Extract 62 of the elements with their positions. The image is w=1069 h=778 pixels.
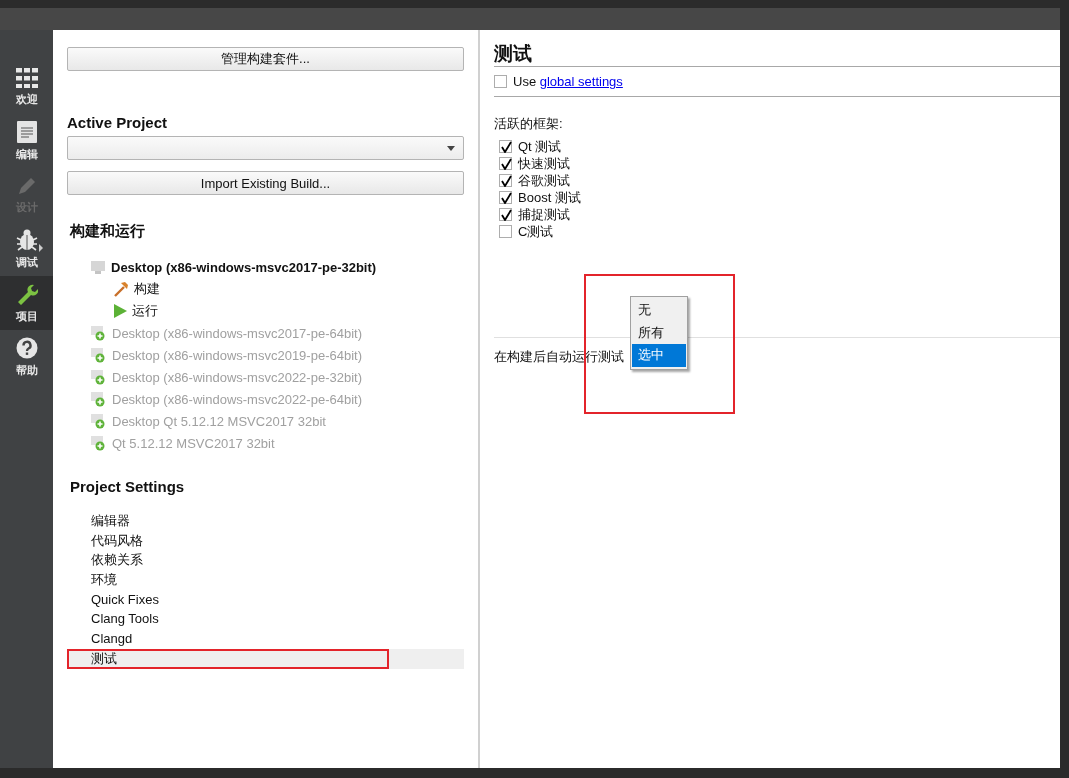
bug-icon	[15, 228, 38, 251]
use-global-text: Use global settings	[513, 74, 623, 89]
framework-checkbox[interactable]	[499, 174, 512, 187]
section-heading: Project Settings	[69, 478, 186, 495]
framework-label: Qt 测试	[518, 137, 562, 156]
monitor-plus-icon	[91, 391, 106, 407]
page-title: 测试	[494, 42, 533, 66]
monitor-plus-icon	[91, 347, 106, 363]
help-icon	[15, 336, 38, 359]
menu-item[interactable]: 选中	[632, 344, 686, 367]
check-icon	[501, 175, 512, 187]
monitor-plus-icon	[91, 325, 106, 341]
settings-item[interactable]: 环境	[67, 570, 464, 590]
monitor-plus-icon	[91, 435, 106, 451]
settings-item[interactable]: 代码风格	[67, 530, 464, 551]
pencil-icon	[16, 175, 37, 196]
settings-item[interactable]: 依赖关系	[67, 550, 464, 571]
build-step-label[interactable]: 运行	[132, 302, 158, 320]
framework-checkbox[interactable]	[499, 140, 512, 153]
mode-button[interactable]: 帮助	[0, 330, 53, 384]
check-icon	[501, 209, 512, 221]
settings-item[interactable]: Clangd	[67, 629, 464, 649]
framework-checkbox[interactable]	[499, 157, 512, 170]
manage-kits-button[interactable]: 管理构建套件...	[67, 47, 464, 71]
framework-checkbox[interactable]	[499, 208, 512, 221]
settings-item[interactable]: 测试	[67, 648, 464, 669]
check-icon	[501, 141, 512, 153]
framework-label: 谷歌测试	[518, 171, 570, 190]
settings-item[interactable]: 编辑器	[67, 511, 464, 531]
grid-icon	[15, 67, 38, 88]
mode-button[interactable]: 编辑	[0, 114, 53, 168]
framework-label: 快速测试	[518, 154, 570, 173]
mode-button[interactable]: 项目	[0, 276, 53, 330]
global-settings-checkbox[interactable]	[494, 75, 507, 88]
framework-label: C测试	[518, 222, 554, 241]
monitor-icon	[91, 260, 105, 274]
monitor-plus-icon	[91, 413, 106, 429]
document-icon	[16, 120, 37, 143]
play-icon	[113, 304, 127, 318]
section-heading: Active Project	[67, 114, 169, 131]
menu-item[interactable]: 无	[632, 299, 686, 322]
settings-item[interactable]: Clang Tools	[67, 609, 464, 630]
settings-item[interactable]: Quick Fixes	[67, 589, 464, 610]
framework-label: Boost 测试	[518, 188, 581, 207]
check-icon	[501, 192, 512, 204]
menu-item[interactable]: 所有	[632, 321, 686, 344]
import-build-button[interactable]: Import Existing Build...	[67, 171, 464, 195]
build-step-label[interactable]: 构建	[134, 280, 160, 298]
frameworks-label: 活跃的框架:	[494, 115, 564, 133]
hammer-icon	[113, 281, 129, 297]
framework-label: 捕捉测试	[518, 205, 570, 224]
framework-checkbox[interactable]	[499, 191, 512, 204]
monitor-plus-icon	[91, 369, 106, 385]
dropdown-arrow-icon	[447, 146, 455, 151]
kit-label[interactable]: Desktop (x86-windows-msvc2017-pe-32bit)	[111, 259, 377, 275]
run-after-build-label: 在构建后自动运行测试	[494, 348, 624, 366]
mode-button[interactable]: 调试	[0, 222, 53, 276]
mode-button[interactable]: 欢迎	[0, 60, 53, 114]
global-settings-link[interactable]: global settings	[539, 74, 623, 89]
check-icon	[501, 158, 512, 170]
section-heading: 构建和运行	[68, 222, 146, 241]
framework-checkbox[interactable]	[499, 225, 512, 238]
